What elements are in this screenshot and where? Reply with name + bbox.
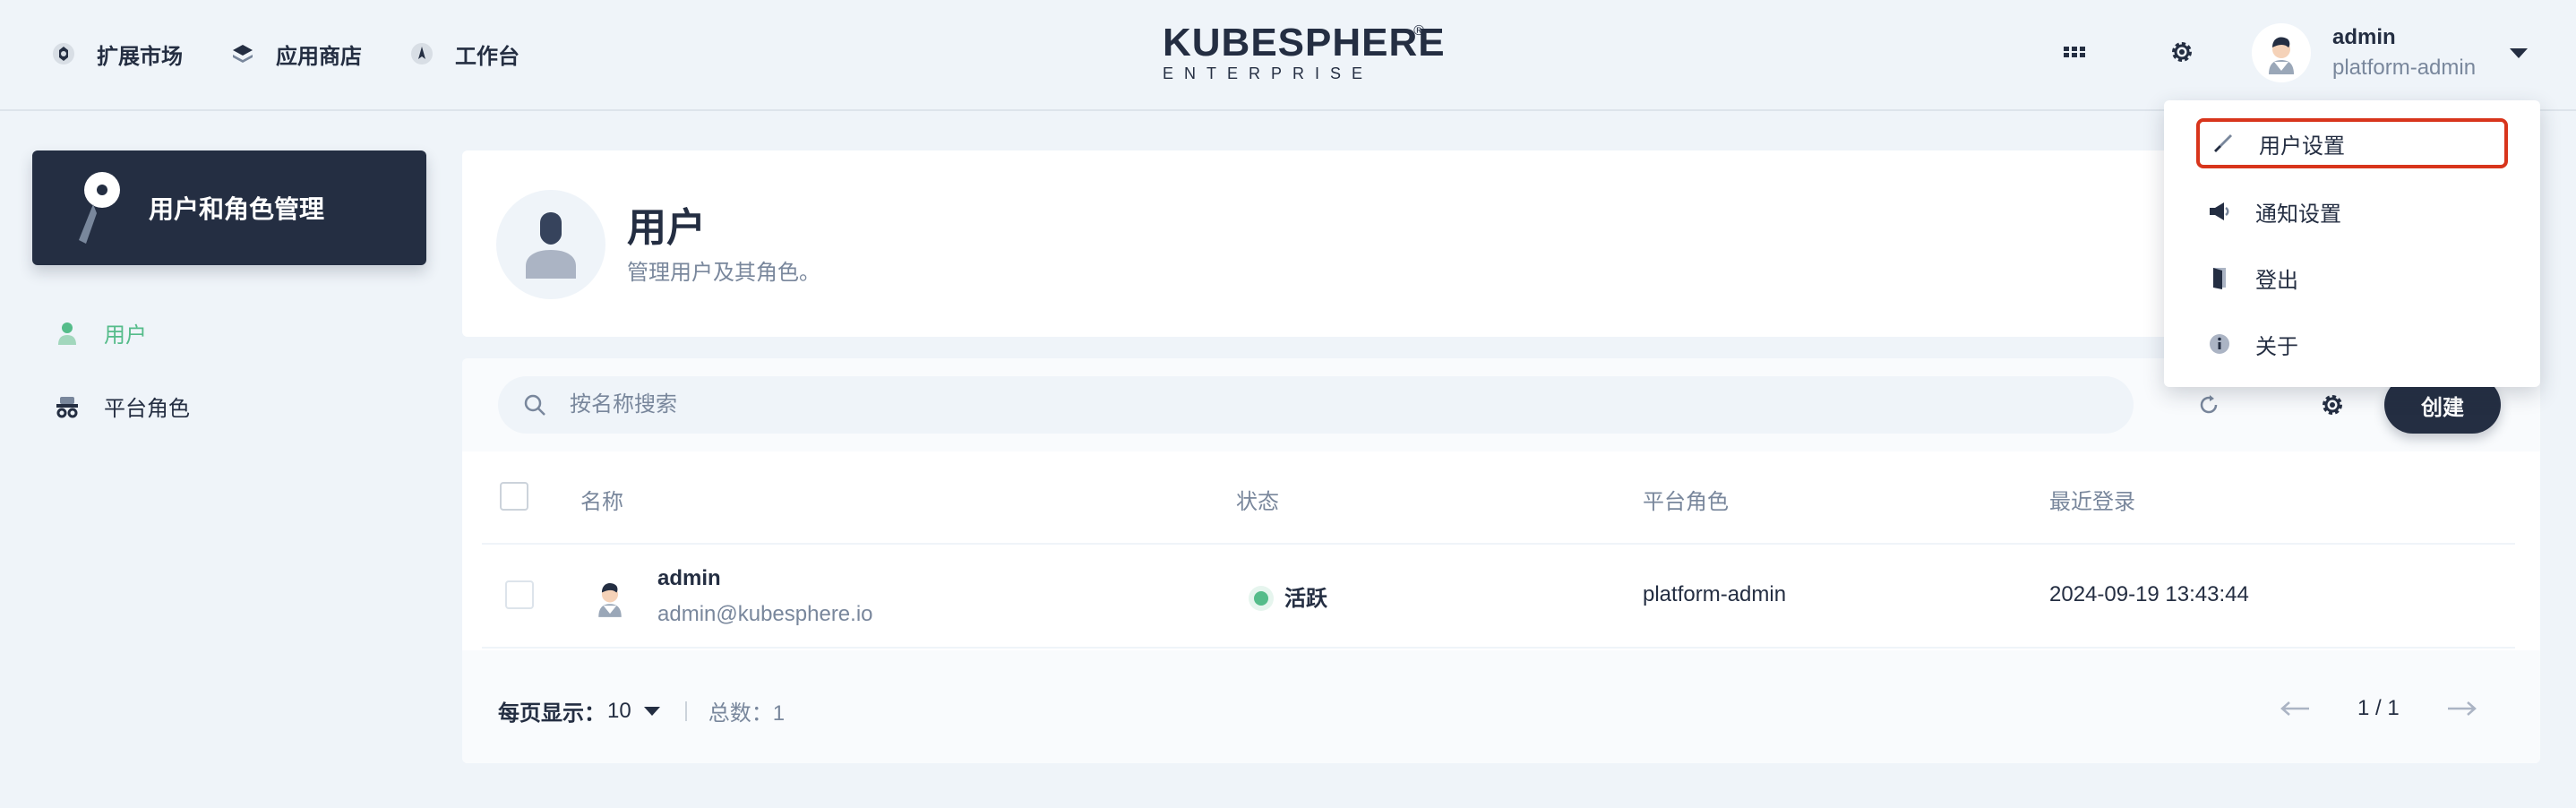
user-placeholder-icon (496, 190, 605, 299)
user-menu-trigger[interactable]: admin platform-admin (2252, 23, 2529, 82)
table-footer: 每页显示： 10 总数：1 1 / 1 (462, 650, 2540, 763)
menu-item-logout[interactable]: 登出 (2196, 253, 2508, 303)
sidebar-item-users[interactable]: 用户 (54, 317, 147, 348)
sidebar-title: 用户和角色管理 (149, 195, 325, 223)
column-header-last-login[interactable]: 最近登录 (2049, 484, 2135, 515)
nav-label: 工作台 (455, 44, 519, 69)
nav-extension-market[interactable]: 扩展市场 (50, 34, 183, 73)
menu-item-label: 登出 (2255, 268, 2298, 293)
menu-item-label: 通知设置 (2255, 202, 2341, 227)
status-dot-icon (1254, 591, 1268, 606)
sidebar-item-label: 平台角色 (104, 397, 190, 421)
extension-icon (50, 40, 77, 67)
status-badge: 活跃 (1284, 587, 1327, 611)
avatar (588, 575, 632, 620)
apps-grid-icon[interactable] (2058, 36, 2091, 68)
top-nav: 扩展市场 应用商店 工作台 (50, 34, 566, 73)
avatar (2252, 23, 2311, 82)
prev-page-arrow-icon[interactable] (2275, 695, 2314, 722)
key-icon (64, 168, 129, 248)
logo-registered: ® (1413, 23, 1424, 39)
page-description: 管理用户及其角色。 (627, 261, 820, 285)
next-page-arrow-icon[interactable] (2443, 695, 2482, 722)
role-cell: platform-admin (1643, 582, 1787, 606)
nav-app-store[interactable]: 应用商店 (229, 34, 362, 73)
menu-item-label: 用户设置 (2259, 133, 2345, 159)
logo-wordmark: KUBESPHERE ENTERPRISE (1163, 21, 1446, 83)
layers-icon (229, 40, 256, 67)
nav-workbench[interactable]: 工作台 (408, 34, 519, 73)
sidebar-title-card: 用户和角色管理 (32, 150, 426, 265)
workbench-icon (408, 40, 435, 67)
search-icon (524, 394, 545, 416)
user-email: admin@kubesphere.io (657, 602, 873, 626)
select-all-checkbox[interactable] (500, 482, 528, 511)
row-checkbox[interactable] (505, 580, 534, 609)
column-header-status[interactable]: 状态 (1236, 484, 1279, 515)
column-header-name[interactable]: 名称 (580, 484, 623, 515)
megaphone-icon (2207, 199, 2232, 224)
user-name-link[interactable]: admin (657, 566, 721, 591)
user-names: admin platform-admin (2332, 25, 2476, 81)
users-table-card: 创建 名称 状态 平台角色 最近登录 admin admin@kubespher… (462, 358, 2540, 763)
user-dropdown-menu: 用户设置 通知设置 登出 关于 (2164, 100, 2540, 387)
info-icon (2207, 331, 2232, 357)
last-login-cell: 2024-09-19 13:43:44 (2049, 582, 2249, 606)
table-header: 名称 状态 平台角色 最近登录 (482, 451, 2515, 545)
page-indicator: 1 / 1 (2357, 696, 2400, 720)
column-settings-gear-icon[interactable] (2316, 389, 2348, 421)
per-page-label: 每页显示： (498, 701, 605, 726)
menu-item-notification-settings[interactable]: 通知设置 (2196, 186, 2508, 236)
user-name: admin (2332, 25, 2396, 49)
top-header: 扩展市场 应用商店 工作台 KUBESPHERE ENTERPRISE ® ad… (0, 0, 2576, 111)
user-role: platform-admin (2332, 56, 2477, 80)
logout-door-icon (2207, 265, 2232, 290)
divider (684, 701, 687, 721)
user-icon (54, 320, 81, 347)
chevron-down-icon (2510, 47, 2529, 58)
menu-item-label: 关于 (2255, 334, 2298, 359)
column-header-role[interactable]: 平台角色 (1643, 484, 1729, 515)
kubesphere-logo[interactable]: KUBESPHERE ENTERPRISE ® (1150, 23, 1445, 83)
sidebar-item-platform-roles[interactable]: 平台角色 (54, 391, 190, 422)
table-row[interactable]: admin admin@kubesphere.io 活跃 platform-ad… (482, 545, 2515, 649)
refresh-icon[interactable] (2193, 389, 2225, 421)
menu-item-about[interactable]: 关于 (2196, 319, 2508, 369)
roles-icon (54, 393, 81, 420)
wrench-icon (2211, 131, 2236, 156)
pager: 1 / 1 (2275, 695, 2482, 722)
nav-label: 应用商店 (276, 44, 362, 69)
per-page-value[interactable]: 10 (607, 699, 631, 724)
page-size-selector: 每页显示： 10 总数：1 (498, 695, 785, 726)
search-box[interactable] (498, 376, 2134, 434)
sidebar-item-label: 用户 (104, 323, 147, 348)
search-input[interactable] (570, 392, 2003, 417)
logo-sub: ENTERPRISE (1163, 64, 1374, 82)
logo-word: KUBESPHERE (1163, 21, 1446, 64)
menu-item-user-settings[interactable]: 用户设置 (2196, 118, 2508, 168)
page-title: 用户 (627, 206, 706, 250)
nav-label: 扩展市场 (97, 44, 183, 69)
gear-icon[interactable] (2166, 36, 2198, 68)
total-count: 总数：1 (708, 701, 786, 726)
app-root: 扩展市场 应用商店 工作台 KUBESPHERE ENTERPRISE ® ad… (0, 0, 2576, 808)
chevron-down-icon[interactable] (643, 706, 660, 716)
